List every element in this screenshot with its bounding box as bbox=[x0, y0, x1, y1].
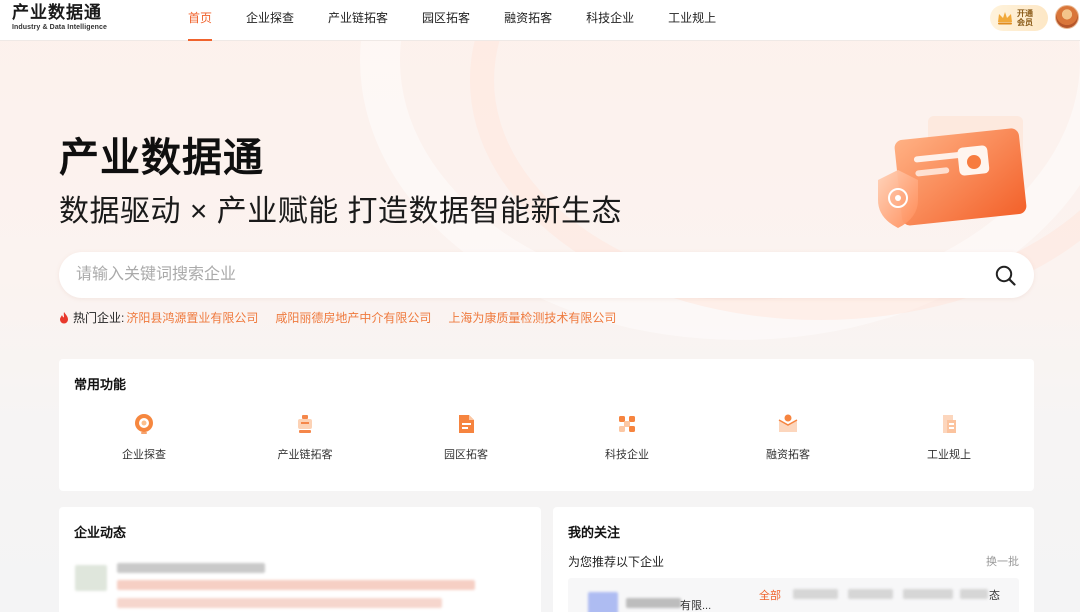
refresh-batch-link[interactable]: 换一批 bbox=[986, 553, 1019, 569]
crown-icon bbox=[998, 12, 1012, 25]
function-park[interactable]: 园区拓客 bbox=[416, 411, 516, 462]
hot-company-link[interactable]: 上海为康质量检测技术有限公司 bbox=[448, 309, 616, 326]
app-logo[interactable]: 产业数据通 Industry & Data Intelligence bbox=[12, 3, 107, 32]
logo-subtitle: Industry & Data Intelligence bbox=[12, 24, 107, 31]
function-label: 科技企业 bbox=[605, 449, 649, 461]
main-nav: 首页 企业探查 产业链拓客 园区拓客 融资拓客 科技企业 工业规上 bbox=[188, 0, 750, 41]
park-icon bbox=[459, 415, 474, 433]
company-logo bbox=[588, 592, 618, 612]
recommended-company-row[interactable]: 有限... 全部 态 bbox=[568, 578, 1019, 612]
nav-item-enterprise-search[interactable]: 企业探查 bbox=[246, 0, 294, 41]
function-label: 产业链拓客 bbox=[277, 449, 333, 461]
tab-all[interactable]: 全部 bbox=[759, 587, 781, 603]
function-label: 工业规上 bbox=[927, 449, 971, 461]
logo-title: 产业数据通 bbox=[12, 3, 102, 22]
nav-item-industrial-scale[interactable]: 工业规上 bbox=[668, 0, 716, 41]
follow-tab[interactable] bbox=[848, 589, 893, 599]
enterprise-news-card: 企业动态 bbox=[59, 507, 541, 612]
hero-title: 产业数据通 bbox=[59, 136, 264, 180]
my-follow-card: 我的关注 为您推荐以下企业 换一批 有限... 全部 态 bbox=[553, 507, 1034, 612]
enterprise-search-icon bbox=[135, 414, 153, 434]
top-navigation-bar: 产业数据通 Industry & Data Intelligence 首页 企业… bbox=[0, 0, 1080, 41]
enterprise-news-title: 企业动态 bbox=[74, 525, 127, 540]
nav-item-industry-chain[interactable]: 产业链拓客 bbox=[328, 0, 388, 41]
data-shield-illustration bbox=[878, 116, 1027, 228]
my-follow-title: 我的关注 bbox=[568, 525, 621, 540]
follow-tab[interactable] bbox=[960, 589, 988, 599]
tech-enterprise-icon bbox=[619, 416, 635, 432]
function-label: 园区拓客 bbox=[444, 449, 488, 461]
vip-label: 开通会员 bbox=[1017, 9, 1033, 27]
function-financing[interactable]: 融资拓客 bbox=[738, 411, 838, 462]
recommend-label: 为您推荐以下企业 bbox=[568, 555, 665, 569]
function-enterprise-search[interactable]: 企业探查 bbox=[94, 411, 194, 462]
news-item-title[interactable] bbox=[117, 563, 265, 573]
follow-tab[interactable] bbox=[903, 589, 953, 599]
follow-tab[interactable] bbox=[793, 589, 838, 599]
function-tech-enterprise[interactable]: 科技企业 bbox=[577, 411, 677, 462]
hot-company-link[interactable]: 咸阳丽德房地产中介有限公司 bbox=[275, 309, 431, 326]
company-name-partial: 有限... bbox=[680, 600, 712, 612]
common-functions-title: 常用功能 bbox=[74, 377, 127, 392]
nav-item-tech-enterprise[interactable]: 科技企业 bbox=[586, 0, 634, 41]
function-label: 企业探查 bbox=[122, 449, 166, 461]
search-input[interactable] bbox=[76, 252, 976, 298]
industry-chain-icon bbox=[298, 415, 312, 433]
function-label: 融资拓客 bbox=[766, 449, 810, 461]
common-functions-card: 常用功能 企业探查 产业链拓客 园区拓客 科技企业 融资拓客 工业规上 bbox=[59, 359, 1034, 491]
nav-item-home[interactable]: 首页 bbox=[188, 0, 213, 41]
news-item-tags bbox=[117, 598, 442, 608]
hot-company-link[interactable]: 济阳县鸿源置业有限公司 bbox=[126, 309, 258, 326]
user-avatar[interactable] bbox=[1055, 5, 1079, 29]
industrial-scale-icon bbox=[943, 415, 956, 433]
function-industry-chain[interactable]: 产业链拓客 bbox=[255, 411, 355, 462]
nav-item-financing[interactable]: 融资拓客 bbox=[504, 0, 552, 41]
follow-tab-partial[interactable]: 态 bbox=[989, 587, 1000, 603]
news-item-tags bbox=[117, 580, 475, 590]
company-name bbox=[626, 598, 681, 608]
search-icon[interactable] bbox=[995, 265, 1016, 286]
vip-button[interactable]: 开通会员 bbox=[990, 5, 1048, 31]
function-industrial-scale[interactable]: 工业规上 bbox=[899, 411, 999, 462]
hot-companies: 热门企业: 济阳县鸿源置业有限公司 咸阳丽德房地产中介有限公司 上海为康质量检测… bbox=[59, 309, 633, 326]
financing-icon bbox=[778, 414, 798, 432]
news-company-logo bbox=[75, 565, 107, 591]
fire-icon bbox=[60, 311, 68, 323]
hero-subtitle: 数据驱动 × 产业赋能 打造数据智能新生态 bbox=[59, 195, 623, 228]
hot-label: 热门企业: bbox=[73, 311, 125, 325]
search-bar bbox=[59, 252, 1034, 298]
nav-item-park[interactable]: 园区拓客 bbox=[422, 0, 470, 41]
